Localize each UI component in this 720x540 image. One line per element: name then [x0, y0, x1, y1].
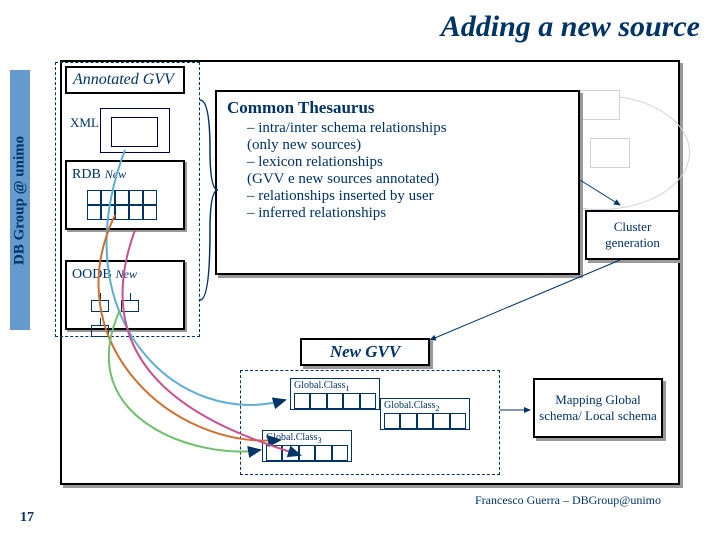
global-class-sub: 1 — [345, 384, 349, 393]
common-thesaurus-box: Common Thesaurus – intra/inter schema re… — [215, 90, 580, 275]
global-class-1: Global.Class1 — [290, 378, 380, 410]
xml-label: XML — [70, 115, 99, 131]
page-number: 17 — [20, 510, 34, 526]
global-class-2: Global.Class2 — [380, 398, 470, 430]
rdb-source-box: RDB New — [65, 160, 185, 230]
global-class-sub: 3 — [317, 436, 321, 445]
thesaurus-line: (GVV e new sources annotated) — [247, 171, 568, 188]
thesaurus-line: – intra/inter schema relationships — [247, 120, 568, 137]
global-class-label: Global.Class — [384, 400, 435, 411]
sidebar-label: DB Group @ unimo — [10, 70, 30, 330]
table-icon — [87, 190, 157, 220]
grid-icon — [266, 445, 348, 461]
xml-source-icon — [100, 108, 170, 153]
rdb-new-tag: New — [105, 167, 126, 181]
global-class-3: Global.Class3 — [262, 430, 352, 462]
oodb-new-tag: New — [116, 267, 137, 281]
thesaurus-heading: Common Thesaurus — [227, 98, 568, 118]
slide-title: Adding a new source — [441, 10, 700, 44]
annotated-gvv-box: Annotated GVV — [65, 66, 185, 94]
grid-icon — [294, 393, 376, 409]
oodb-label: OODB — [72, 267, 112, 282]
global-class-sub: 2 — [435, 404, 439, 413]
grid-icon — [384, 413, 466, 429]
global-class-label: Global.Class — [294, 380, 345, 391]
thesaurus-line: – inferred relationships — [247, 205, 568, 222]
thesaurus-line: – relationships inserted by user — [247, 188, 568, 205]
oodb-tree-icon — [87, 292, 167, 322]
cluster-generation-box: Cluster generation — [585, 210, 680, 260]
footer-author: Francesco Guerra – DBGroup@unimo — [475, 493, 661, 508]
global-class-label: Global.Class — [266, 432, 317, 443]
thesaurus-line: (only new sources) — [247, 137, 568, 154]
oodb-source-box: OODB New — [65, 260, 185, 330]
rdb-label: RDB — [72, 167, 101, 182]
new-gvv-title: New GVV — [300, 338, 430, 366]
thesaurus-line: – lexicon relationships — [247, 154, 568, 171]
mapping-box: Mapping Global schema/ Local schema — [533, 378, 663, 438]
